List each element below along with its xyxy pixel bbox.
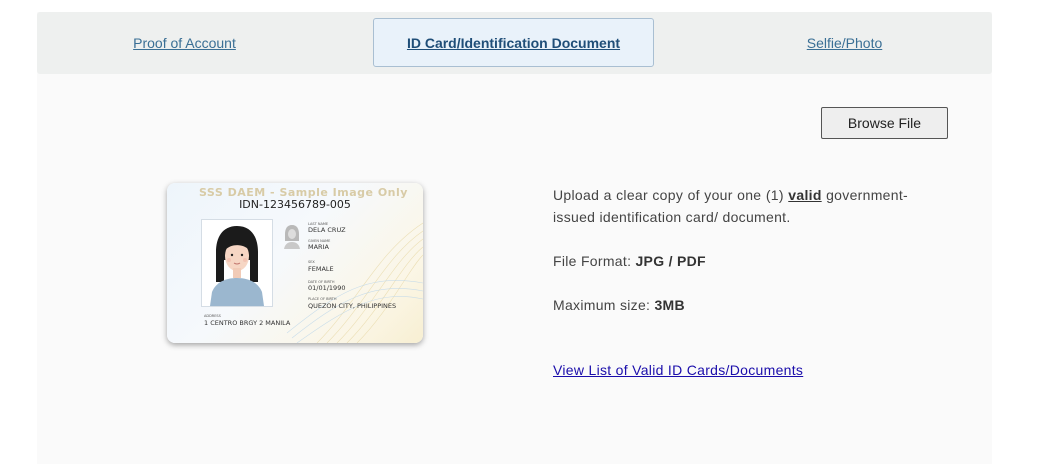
card-value-place-of-birth: QUEZON CITY, PHILIPPINES: [308, 302, 397, 310]
tab-proof-of-account[interactable]: Proof of Account: [37, 12, 332, 74]
max-size-line: Maximum size: 3MB: [553, 294, 908, 316]
file-format-label: File Format:: [553, 253, 636, 269]
portrait-icon: [210, 226, 264, 306]
browse-file-button[interactable]: Browse File: [821, 107, 948, 139]
file-format-value: JPG / PDF: [635, 253, 706, 269]
card-label-place-of-birth: Place of Birth: [308, 297, 337, 301]
tab-selfie-photo[interactable]: Selfie/Photo: [697, 12, 992, 74]
tab-bar: Proof of Account ID Card/Identification …: [37, 12, 992, 74]
upload-instructions: Upload a clear copy of your one (1) vali…: [553, 184, 908, 316]
card-value-sex: FEMALE: [308, 265, 334, 273]
max-size-value: 3MB: [654, 297, 685, 313]
tab-id-card[interactable]: ID Card/Identification Document: [373, 18, 654, 67]
sample-id-card: SSS DAEM - Sample Image Only IDN-1234567…: [167, 183, 423, 343]
card-value-given-name: MARIA: [308, 243, 329, 251]
upload-instruction-text: Upload a clear copy of your one (1) vali…: [553, 184, 908, 228]
card-label-sex: Sex: [308, 260, 315, 264]
instruction-prefix: Upload a clear copy of your one (1): [553, 187, 789, 203]
card-value-last-name: DELA CRUZ: [308, 226, 346, 234]
card-value-address: 1 CENTRO BRGY 2 MANILA: [204, 319, 291, 327]
card-id-number: IDN-123456789-005: [239, 198, 351, 211]
card-label-address: Address: [204, 314, 221, 318]
max-size-label: Maximum size:: [553, 297, 655, 313]
ghost-portrait-icon: [284, 225, 300, 249]
card-photo: [201, 219, 273, 307]
file-format-line: File Format: JPG / PDF: [553, 250, 908, 272]
view-valid-id-list-link[interactable]: View List of Valid ID Cards/Documents: [553, 362, 803, 378]
card-value-date-of-birth: 01/01/1990: [308, 284, 346, 292]
valid-emphasis: valid: [788, 187, 822, 203]
